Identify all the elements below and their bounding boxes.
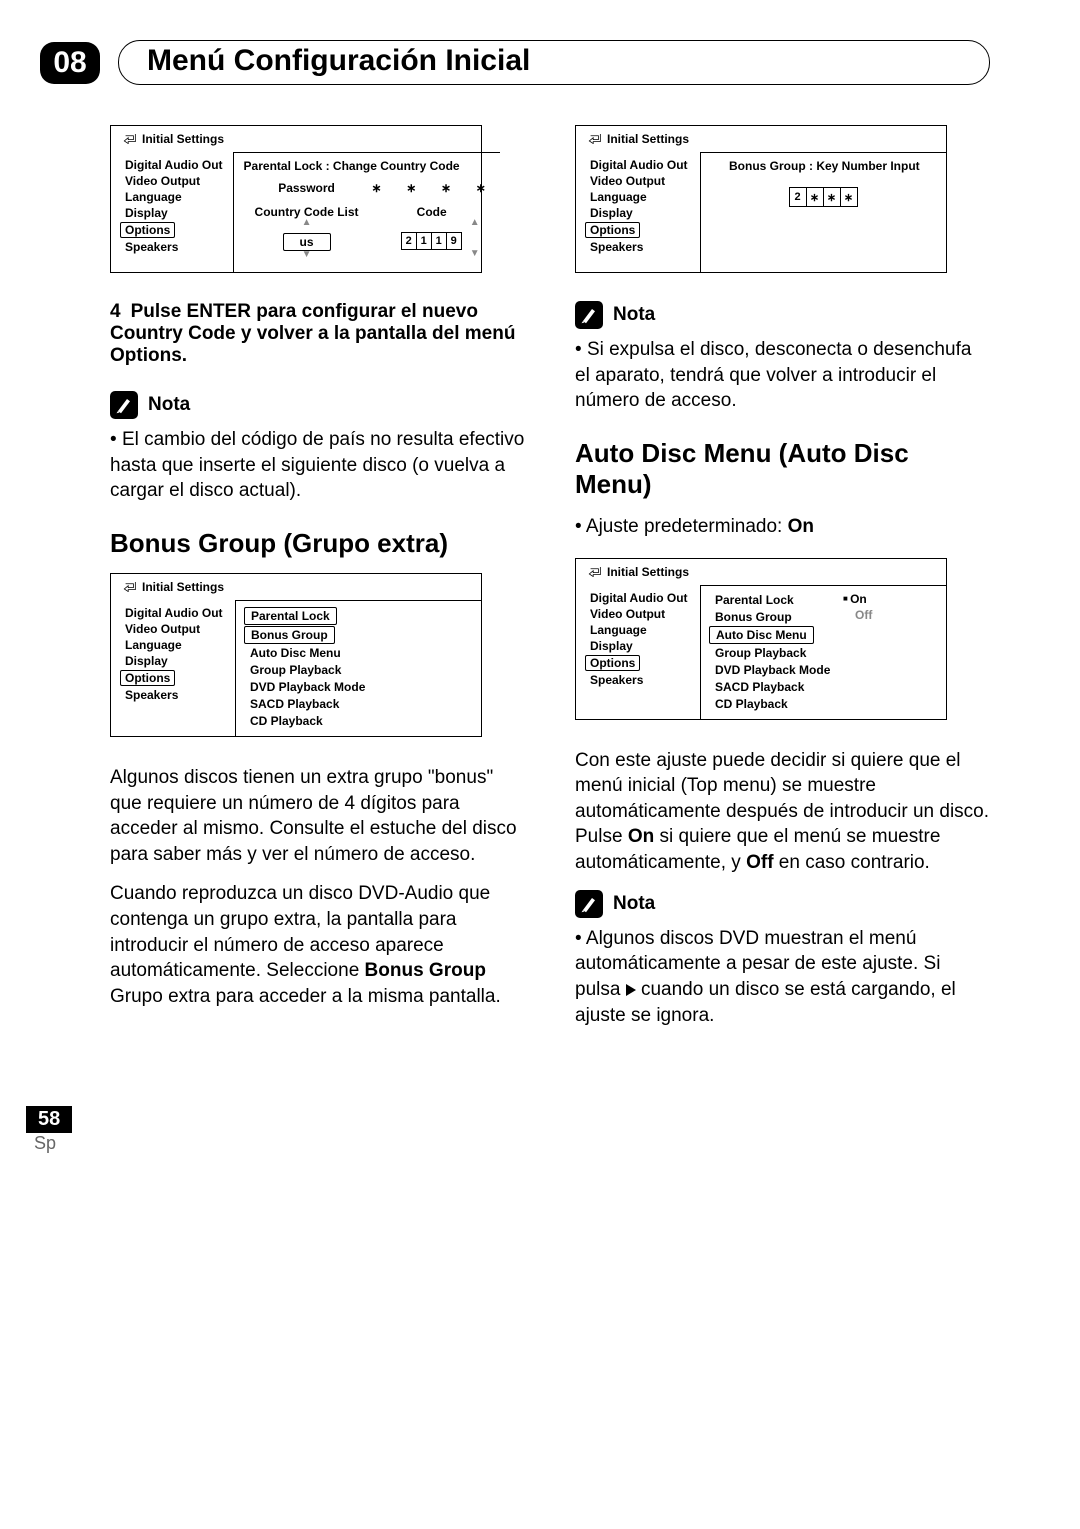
panel-title: Initial Settings — [607, 565, 689, 579]
menu-item: Video Output — [590, 607, 690, 621]
note-3-text: Algunos discos DVD muestran el menú auto… — [575, 926, 990, 1029]
panel-title: Initial Settings — [607, 132, 689, 146]
option-parental-lock: Parental Lock — [709, 592, 800, 608]
menu-item: Digital Audio Out — [590, 591, 690, 605]
menu-item: Language — [590, 190, 690, 204]
menu-item: Speakers — [590, 673, 690, 687]
option-group-playback: Group Playback — [709, 645, 812, 661]
note-2-text: Si expulsa el disco, desconecta o desenc… — [575, 337, 990, 414]
menu-item: Digital Audio Out — [590, 158, 690, 172]
heading-bonus-group: Bonus Group (Grupo extra) — [110, 528, 525, 559]
return-arrow-icon — [588, 134, 601, 144]
note-label: Nota — [148, 394, 190, 416]
option-bonus-group: Bonus Group — [709, 609, 798, 625]
menu-item-selected: Options — [590, 222, 690, 238]
return-arrow-icon — [123, 134, 136, 144]
option-parental-lock: Parental Lock — [244, 607, 337, 625]
menu-item: Speakers — [590, 240, 690, 254]
auto-default-text: Ajuste predeterminado: On — [575, 514, 990, 540]
value-on: On — [843, 592, 938, 606]
note-label: Nota — [613, 893, 655, 915]
menu-item: Speakers — [125, 240, 223, 254]
menu-item-selected: Options — [590, 655, 690, 671]
value-off: Off — [855, 608, 938, 622]
menu-item: Display — [125, 654, 225, 668]
note-1-text: El cambio del código de país no resulta … — [110, 427, 525, 504]
panel-left-menu: Digital Audio Out Video Output Language … — [576, 585, 700, 719]
option-auto-disc-menu: Auto Disc Menu — [244, 645, 347, 661]
language-tag: Sp — [34, 1133, 990, 1154]
menu-item-selected: Options — [125, 670, 225, 686]
note-icon — [575, 890, 603, 918]
return-arrow-icon — [588, 567, 601, 577]
up-arrow-icon: ▲ — [372, 219, 492, 227]
note-icon — [575, 301, 603, 329]
up-arrow-icon: ▲ — [242, 219, 372, 227]
settings-panel-bonus-group: Initial Settings Digital Audio Out Video… — [110, 573, 482, 737]
auto-paragraph-1: Con este ajuste puede decidir si quiere … — [575, 748, 990, 876]
panel-left-menu: Digital Audio Out Video Output Language … — [111, 152, 233, 272]
down-arrow-icon: ▼ — [242, 251, 372, 259]
chapter-number: 08 — [40, 42, 100, 84]
bonus-paragraph-1: Algunos discos tienen un extra grupo "bo… — [110, 765, 525, 868]
menu-item: Language — [125, 190, 223, 204]
panel-subtitle: Bonus Group : Key Number Input — [729, 159, 938, 173]
menu-item: Video Output — [125, 622, 225, 636]
menu-item: Display — [125, 206, 223, 220]
option-cd-playback: CD Playback — [244, 713, 329, 729]
down-arrow-icon: ▼ — [372, 250, 492, 258]
menu-item: Digital Audio Out — [125, 158, 223, 172]
menu-item: Video Output — [590, 174, 690, 188]
page-number: 58 — [26, 1106, 72, 1133]
menu-item: Digital Audio Out — [125, 606, 225, 620]
panel-left-menu: Digital Audio Out Video Output Language … — [111, 600, 235, 736]
menu-item: Language — [590, 623, 690, 637]
settings-panel-key-number: Initial Settings Digital Audio Out Video… — [575, 125, 947, 273]
option-sacd-playback: SACD Playback — [244, 696, 345, 712]
option-cd-playback: CD Playback — [709, 696, 794, 712]
option-sacd-playback: SACD Playback — [709, 679, 810, 695]
menu-item: Speakers — [125, 688, 225, 702]
settings-panel-country-code: Initial Settings Digital Audio Out Video… — [110, 125, 482, 273]
panel-left-menu: Digital Audio Out Video Output Language … — [576, 152, 700, 272]
play-icon — [626, 984, 636, 996]
menu-item: Display — [590, 206, 690, 220]
option-auto-disc-menu: Auto Disc Menu — [709, 626, 814, 644]
bonus-paragraph-2: Cuando reproduzca un disco DVD-Audio que… — [110, 881, 525, 1009]
password-dots: ∗ ∗ ∗ ∗ — [372, 181, 492, 195]
return-arrow-icon — [123, 582, 136, 592]
option-dvd-playback: DVD Playback Mode — [709, 662, 836, 678]
panel-title: Initial Settings — [142, 580, 224, 594]
note-icon — [110, 391, 138, 419]
option-group-playback: Group Playback — [244, 662, 347, 678]
panel-subtitle: Parental Lock : Change Country Code — [244, 159, 492, 173]
option-bonus-group: Bonus Group — [244, 626, 335, 644]
menu-item-selected: Options — [125, 222, 223, 238]
note-label: Nota — [613, 304, 655, 326]
menu-item: Video Output — [125, 174, 223, 188]
menu-item: Language — [125, 638, 225, 652]
chapter-title: Menú Configuración Inicial — [147, 44, 530, 77]
menu-item: Display — [590, 639, 690, 653]
step-4-text: 4Pulse ENTER para configurar el nuevo Co… — [110, 301, 525, 367]
panel-title: Initial Settings — [142, 132, 224, 146]
option-dvd-playback: DVD Playback Mode — [244, 679, 371, 695]
label-password: Password — [242, 181, 372, 195]
heading-auto-disc-menu: Auto Disc Menu (Auto Disc Menu) — [575, 438, 990, 500]
key-digits: 2 ∗ ∗ ∗ — [709, 187, 938, 207]
chapter-title-frame: Menú Configuración Inicial — [118, 40, 990, 85]
settings-panel-auto-disc-menu: Initial Settings Digital Audio Out Video… — [575, 558, 947, 720]
